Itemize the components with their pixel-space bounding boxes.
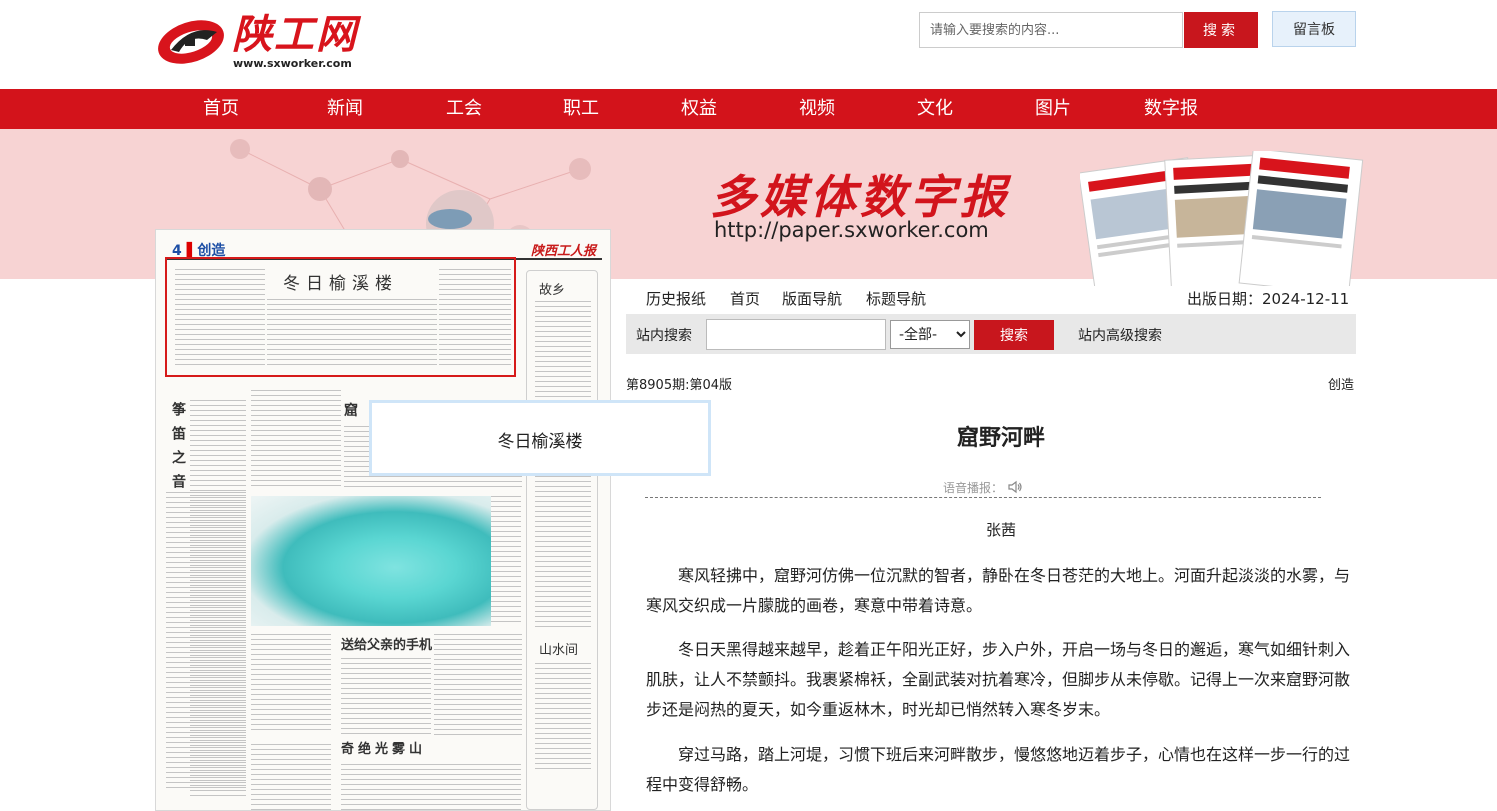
page-nav-link[interactable]: 版面导航 [782,288,842,309]
article-text-block [175,269,265,369]
vertical-article-title[interactable]: 筝笛之音 [168,402,188,498]
highlighted-article-area[interactable]: 冬日榆溪楼 [165,257,516,377]
column-text-block [251,634,331,734]
side-column-title-2: 山水间 [539,643,579,658]
speaker-icon[interactable] [1007,480,1023,494]
main-nav: 首页 新闻 工会 职工 权益 视频 文化 图片 数字报 [0,89,1497,129]
issue-info: 第8905期:第04版 [626,378,733,393]
site-search-label: 站内搜索 [636,328,692,344]
newspaper-page-image[interactable]: 4 ▌创造 陕西工人报 冬日榆溪楼 故乡 山水间 筝笛之音 窟 送给父亲的手机 … [155,229,611,811]
nav-item-news[interactable]: 新闻 [305,89,385,129]
side-column-title: 故乡 [539,283,566,298]
column-text-block [341,764,521,810]
article-paragraph: 穿过马路，踏上河堤，习惯下班后来河畔散步，慢悠悠地迈着步子，心情也在这样一步一行… [646,745,1351,794]
site-search-bar: 站内搜索 -全部- 搜索 站内高级搜索 [626,314,1356,354]
article-text-block [267,299,437,369]
site-search-button[interactable]: 搜索 [974,320,1054,350]
nav-item-workers[interactable]: 职工 [541,89,621,129]
nav-item-pictures[interactable]: 图片 [1013,89,1093,129]
article-title: 窟野河畔 [956,426,1045,451]
history-papers-link[interactable]: 历史报纸 [646,288,706,309]
sub-article-title-1[interactable]: 送给父亲的手机 [341,634,432,653]
section-name: 创造 [1328,378,1355,393]
tts-label: 语音播报： [943,481,1004,495]
side-text-block [535,663,591,773]
sub-article-title-2[interactable]: 奇绝光雾山 [341,738,426,757]
advanced-search-link[interactable]: 站内高级搜索 [1078,325,1162,345]
column-text-block [166,492,246,792]
partial-article-title[interactable]: 窟 [344,400,358,420]
column-text-block [251,390,341,490]
nav-item-rights[interactable]: 权益 [659,89,739,129]
article-text-block [439,269,511,369]
search-button[interactable]: 搜索 [1184,12,1258,48]
column-text-block [251,744,331,810]
search-input[interactable] [919,12,1183,48]
side-text-block [535,451,591,631]
logo-url: www.sxworker.com [233,57,352,70]
paper-brand: 陕西工人报 [530,244,596,259]
column-text-block [434,634,522,738]
nav-item-home[interactable]: 首页 [181,89,261,129]
logo-text[interactable]: 陕工网 [232,2,358,60]
message-board-button[interactable]: 留言板 [1272,11,1356,47]
nav-item-culture[interactable]: 文化 [895,89,975,129]
photo-caption [491,496,521,626]
title-nav-link[interactable]: 标题导航 [866,288,926,309]
banner-url: http://paper.sxworker.com [714,218,989,242]
newspaper-stack-icon [1080,151,1364,286]
article-author: 张茜 [985,521,1016,539]
site-search-scope-select[interactable]: -全部- [890,320,970,349]
title-divider [645,497,1321,498]
lake-photo [251,496,491,626]
subnav-home-link[interactable]: 首页 [730,288,760,309]
side-column[interactable]: 故乡 山水间 [526,270,598,810]
site-header: 陕工网 www.sxworker.com 搜索 留言板 [0,0,1497,89]
nav-item-video[interactable]: 视频 [777,89,857,129]
article-paragraph: 寒风轻拂中，窟野河仿佛一位沉默的智者，静卧在冬日苍茫的大地上。河面升起淡淡的水雾… [646,566,1351,615]
nav-item-union[interactable]: 工会 [424,89,504,129]
nav-item-digital-paper[interactable]: 数字报 [1131,89,1211,129]
column-text-block [341,658,431,738]
publish-date: 出版日期：2024-12-11 [1187,290,1350,308]
article-paragraph: 冬日天黑得越来越早，趁着正午阳光正好，步入户外，开启一场与冬日的邂逅，寒气如细针… [646,640,1351,719]
site-search-input[interactable] [706,319,886,350]
